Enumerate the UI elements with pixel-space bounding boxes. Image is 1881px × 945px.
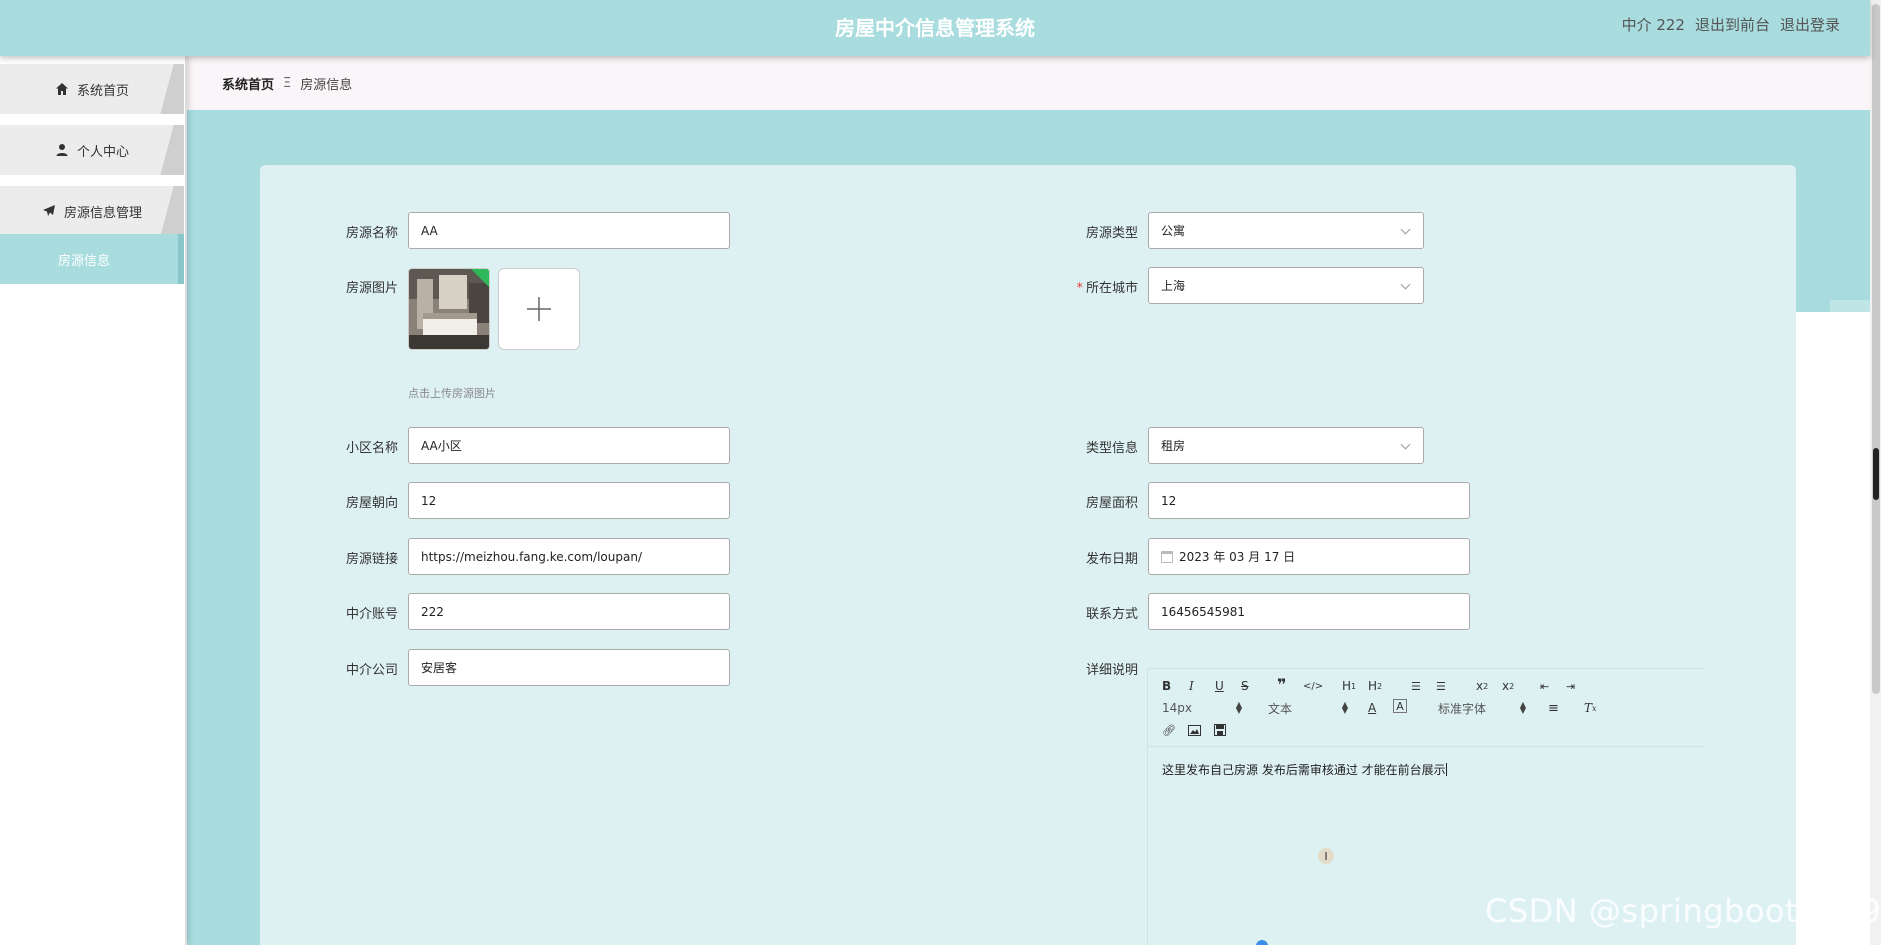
indent-icon[interactable]: ⇥ bbox=[1566, 677, 1575, 695]
details-label: 详细说明 bbox=[1085, 663, 1138, 678]
link-icon[interactable]: 🔗︎ bbox=[1162, 721, 1176, 739]
city-label-text: 所在城市 bbox=[1085, 281, 1138, 296]
video-icon[interactable] bbox=[1214, 721, 1226, 739]
strikethrough-icon[interactable]: S bbox=[1241, 677, 1249, 695]
editor-toolbar: B I U S ❞ </> H1 H2 ☰ ☰ x2 x2 ⇤ ⇥ 14px ▲… bbox=[1148, 669, 1705, 747]
code-block-icon[interactable]: </> bbox=[1303, 677, 1323, 695]
community-input[interactable]: AA小区 bbox=[408, 427, 730, 464]
exit-to-front-link[interactable]: 退出到前台 bbox=[1695, 14, 1770, 35]
current-user: 中介 222 bbox=[1621, 16, 1685, 34]
house-type-label: 房源类型 bbox=[1085, 226, 1138, 241]
select-arrows-icon: ▲ ▼ bbox=[1519, 700, 1526, 715]
editor-content[interactable]: 这里发布自己房源 发布后需审核通过 才能在前台展示 bbox=[1162, 761, 1447, 778]
area-input[interactable]: 12 bbox=[1148, 482, 1470, 519]
publish-date-label: 发布日期 bbox=[1085, 552, 1138, 567]
house-image-label: 房源图片 bbox=[345, 281, 398, 296]
calendar-icon bbox=[1161, 550, 1173, 563]
user-icon bbox=[55, 143, 69, 157]
watermark: CSDN @springboot6789 bbox=[1485, 892, 1881, 930]
background-decoration bbox=[1796, 312, 1870, 945]
agent-company-label: 中介公司 bbox=[345, 663, 398, 678]
house-link-input[interactable]: https://meizhou.fang.ke.com/loupan/ bbox=[408, 538, 730, 575]
type-info-select[interactable]: 租房 bbox=[1148, 427, 1424, 464]
sidebar-item-house-info[interactable]: 房源信息 bbox=[0, 234, 184, 284]
house-link-label: 房源链接 bbox=[345, 552, 398, 567]
house-image-thumbnail[interactable] bbox=[408, 268, 490, 350]
home-icon bbox=[55, 82, 69, 96]
upload-hint: 点击上传房源图片 bbox=[408, 387, 496, 400]
city-select[interactable]: 上海 bbox=[1148, 267, 1424, 304]
type-info-label: 类型信息 bbox=[1085, 441, 1138, 456]
select-arrows-icon: ▲ ▼ bbox=[1235, 700, 1242, 715]
block-type-select[interactable]: 文本 ▲ ▼ bbox=[1268, 699, 1348, 717]
sidebar: 系统首页 个人中心 房源信息管理 房源信息 bbox=[0, 56, 186, 945]
sidebar-item-house-management[interactable]: 房源信息管理 bbox=[0, 186, 184, 236]
subscript-icon[interactable]: x2 bbox=[1476, 677, 1488, 695]
font-family-select[interactable]: 标准字体 ▲ ▼ bbox=[1438, 699, 1526, 717]
font-family-value: 标准字体 bbox=[1438, 701, 1487, 716]
plus-icon bbox=[527, 297, 551, 321]
contact-label: 联系方式 bbox=[1085, 607, 1138, 622]
sidebar-item-label: 系统首页 bbox=[76, 83, 129, 99]
background-color-icon[interactable]: A bbox=[1393, 699, 1407, 713]
text-caret bbox=[1445, 763, 1447, 776]
sidebar-item-label: 房源信息 bbox=[58, 253, 111, 269]
house-name-input[interactable]: AA bbox=[408, 212, 730, 249]
agent-account-label: 中介账号 bbox=[345, 607, 398, 622]
top-header: 房屋中介信息管理系统 中介 222 退出到前台 退出登录 bbox=[0, 0, 1870, 56]
outdent-icon[interactable]: ⇤ bbox=[1540, 677, 1549, 695]
select-arrows-icon: ▲ ▼ bbox=[1341, 700, 1348, 715]
orientation-label: 房屋朝向 bbox=[345, 496, 398, 511]
align-icon[interactable]: ≡ bbox=[1548, 699, 1559, 717]
community-label: 小区名称 bbox=[345, 441, 398, 456]
orientation-input[interactable]: 12 bbox=[408, 482, 730, 519]
italic-icon[interactable]: I bbox=[1189, 677, 1194, 695]
agent-company-input[interactable]: 安居客 bbox=[408, 649, 730, 686]
contact-input[interactable]: 16456545981 bbox=[1148, 593, 1470, 630]
font-color-icon[interactable]: A bbox=[1368, 699, 1376, 717]
city-label: * 所在城市 bbox=[1058, 277, 1138, 296]
breadcrumb-home[interactable]: 系统首页 bbox=[222, 74, 274, 93]
sidebar-item-label: 房源信息管理 bbox=[63, 205, 142, 221]
heading2-icon[interactable]: H2 bbox=[1368, 677, 1382, 695]
scrollbar-thumb[interactable] bbox=[1873, 448, 1879, 500]
font-size-select[interactable]: 14px ▲ ▼ bbox=[1162, 699, 1242, 717]
publish-date-picker[interactable]: 2023 年 03 月 17 日 bbox=[1148, 538, 1470, 575]
paper-plane-icon bbox=[42, 204, 56, 218]
agent-account-input[interactable]: 222 bbox=[408, 593, 730, 630]
house-name-label: 房源名称 bbox=[345, 226, 398, 241]
editor-text: 这里发布自己房源 发布后需审核通过 才能在前台展示 bbox=[1162, 763, 1446, 777]
blockquote-icon[interactable]: ❞ bbox=[1277, 675, 1286, 694]
text-cursor-icon: I bbox=[1318, 848, 1334, 864]
breadcrumb-current: 房源信息 bbox=[300, 77, 353, 93]
area-label: 房屋面积 bbox=[1085, 496, 1138, 511]
publish-date-value: 2023 年 03 月 17 日 bbox=[1179, 550, 1296, 564]
clear-format-icon[interactable]: Tx bbox=[1584, 699, 1597, 717]
logout-link[interactable]: 退出登录 bbox=[1780, 14, 1840, 35]
sidebar-item-profile[interactable]: 个人中心 bbox=[0, 125, 184, 175]
ordered-list-icon[interactable]: ☰ bbox=[1411, 677, 1421, 695]
system-title: 房屋中介信息管理系统 bbox=[835, 16, 1035, 40]
house-type-select[interactable]: 公寓 bbox=[1148, 212, 1424, 249]
required-mark: * bbox=[1076, 281, 1083, 296]
block-type-value: 文本 bbox=[1268, 701, 1293, 716]
breadcrumb-separator: Ξ bbox=[283, 75, 292, 91]
underline-icon[interactable]: U bbox=[1215, 677, 1224, 695]
upload-image-button[interactable] bbox=[498, 268, 580, 350]
user-area: 中介 222 退出到前台 退出登录 bbox=[1622, 14, 1840, 35]
bullet-list-icon[interactable]: ☰ bbox=[1436, 677, 1446, 695]
font-size-value: 14px bbox=[1162, 701, 1192, 715]
sidebar-item-label: 个人中心 bbox=[76, 144, 129, 160]
sidebar-item-home[interactable]: 系统首页 bbox=[0, 64, 184, 114]
scrollbar-track-highlight bbox=[1872, 4, 1880, 694]
image-icon[interactable] bbox=[1188, 721, 1201, 739]
superscript-icon[interactable]: x2 bbox=[1502, 677, 1514, 695]
heading1-icon[interactable]: H1 bbox=[1342, 677, 1356, 695]
bold-icon[interactable]: B bbox=[1162, 677, 1171, 695]
resize-handle[interactable] bbox=[1256, 940, 1268, 945]
breadcrumb: 系统首页 Ξ 房源信息 bbox=[187, 56, 1870, 110]
